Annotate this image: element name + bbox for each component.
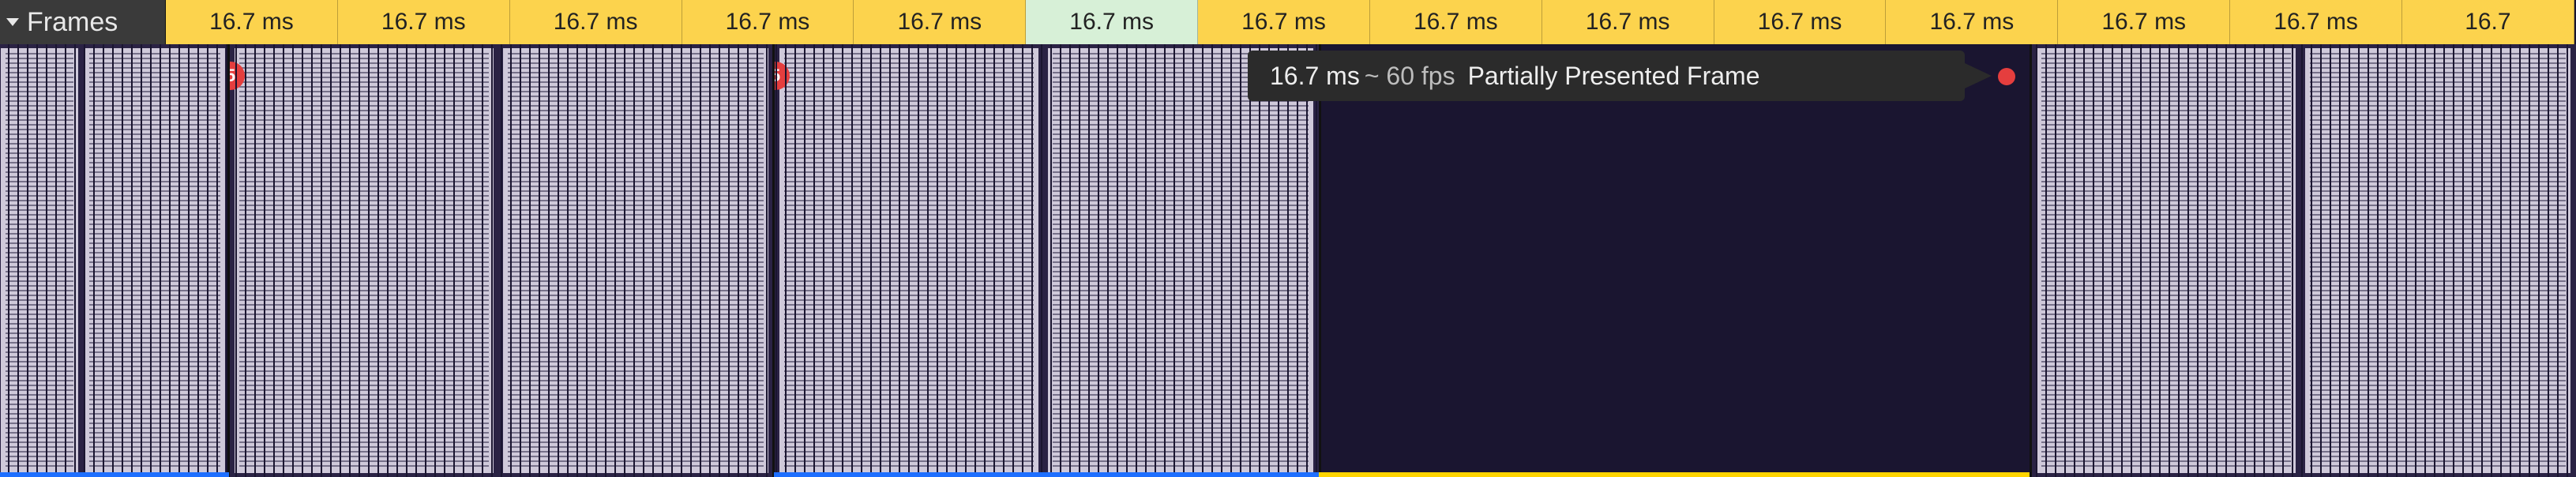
- frame-duration: 16.7 ms: [381, 9, 466, 36]
- frames-track-header[interactable]: Frames: [0, 0, 166, 44]
- frame-cell[interactable]: 16.7 ms: [1542, 0, 1714, 44]
- screenshot-thumbnail[interactable]: [0, 44, 229, 477]
- screenshot-thumbnail[interactable]: 5: [774, 44, 1320, 477]
- frame-duration: 16.7 ms: [1069, 9, 1154, 36]
- frame-duration: 16.7 ms: [897, 9, 982, 36]
- frame-duration: 16.7 ms: [2101, 9, 2186, 36]
- frame-cell[interactable]: 16.7 ms: [2058, 0, 2230, 44]
- frame-duration: 16.7 ms: [554, 9, 638, 36]
- frame-cell[interactable]: 16.7 ms: [2230, 0, 2402, 44]
- frame-duration: 16.7: [2465, 9, 2510, 36]
- frame-cell[interactable]: 16.7 ms: [854, 0, 1026, 44]
- frame-duration: 16.7 ms: [1758, 9, 1842, 36]
- screenshot-filmstrip[interactable]: 5 5 16.7 ms ~ 60 fps Partially Presented…: [0, 44, 2576, 477]
- frame-duration: 16.7 ms: [1241, 9, 1326, 36]
- screenshot-thumbnail[interactable]: 5: [229, 44, 774, 477]
- tooltip-status: Partially Presented Frame: [1468, 62, 1760, 91]
- frame-cell[interactable]: 16.7 ms: [1886, 0, 2058, 44]
- segment-divider: [227, 44, 230, 477]
- tooltip-pointer-dot-icon: [1998, 68, 2015, 85]
- frames-track-label: Frames: [27, 7, 118, 38]
- screenshot-thumbnail[interactable]: [2031, 44, 2576, 477]
- tooltip-fps-hint: ~ 60 fps: [1365, 62, 1455, 91]
- disclosure-triangle-icon[interactable]: [6, 18, 19, 26]
- frame-cell[interactable]: 16.7 ms: [510, 0, 682, 44]
- task-bar-blue: [774, 472, 1319, 477]
- frame-cell[interactable]: 16.7 ms: [682, 0, 854, 44]
- segment-divider: [2030, 44, 2032, 477]
- frames-header-row: Frames 16.7 ms 16.7 ms 16.7 ms 16.7 ms 1…: [0, 0, 2576, 44]
- tooltip-time: 16.7 ms: [1270, 62, 1360, 91]
- screenshot-thumbnail[interactable]: [1320, 44, 2031, 477]
- segment-divider: [1319, 44, 1321, 477]
- frame-cell[interactable]: 16.7 ms: [1714, 0, 1887, 44]
- frame-duration: 16.7 ms: [1414, 9, 1498, 36]
- frame-duration: 16.7 ms: [1930, 9, 2015, 36]
- frame-cell[interactable]: 16.7 ms: [1370, 0, 1542, 44]
- frame-duration: 16.7 ms: [726, 9, 810, 36]
- frame-duration: 16.7 ms: [2274, 9, 2358, 36]
- frame-cell[interactable]: 16.7: [2402, 0, 2574, 44]
- frame-tooltip: 16.7 ms ~ 60 fps Partially Presented Fra…: [1248, 51, 1965, 101]
- frame-duration: 16.7 ms: [209, 9, 294, 36]
- frame-duration: 16.7 ms: [1586, 9, 1670, 36]
- task-bar-yellow: [1319, 472, 2030, 477]
- frame-cell[interactable]: 16.7 ms: [1198, 0, 1370, 44]
- frame-cell[interactable]: 16.7 ms: [1026, 0, 1198, 44]
- frame-cell[interactable]: 16.7 ms: [338, 0, 510, 44]
- frame-cell[interactable]: 16.7 ms: [166, 0, 338, 44]
- segment-divider: [772, 44, 775, 477]
- task-bar-blue: [0, 472, 229, 477]
